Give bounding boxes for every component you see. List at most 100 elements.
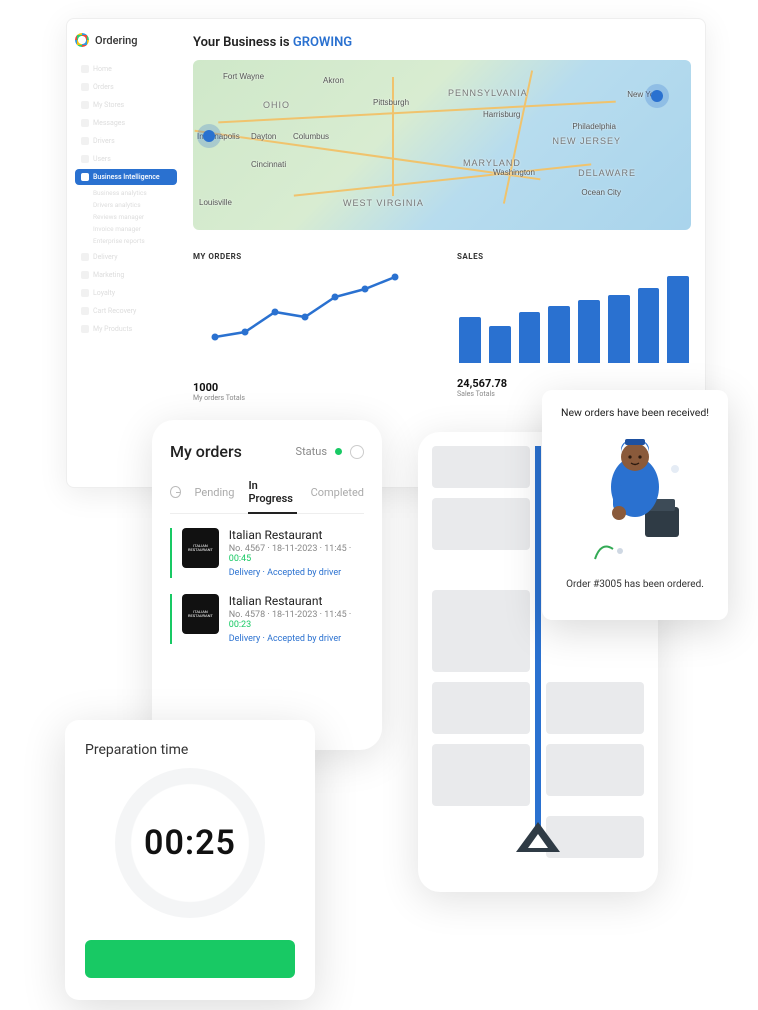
tab-in-progress[interactable]: In Progress [248,479,296,514]
order-item[interactable]: ITALIAN RESTAURANT Italian Restaurant No… [170,528,364,578]
sidebar-item[interactable]: Users [75,151,177,167]
order-item[interactable]: ITALIAN RESTAURANT Italian Restaurant No… [170,594,364,644]
sidebar-item[interactable]: Drivers [75,133,177,149]
chart-total: 1000 My orders Totals [193,381,427,402]
status-dot-icon [335,448,342,455]
orders-total-label: My orders Totals [193,394,427,402]
sidebar-item-business-intelligence[interactable]: Business Intelligence [75,169,177,185]
map-city: Cincinnati [251,160,286,169]
orders-title: My orders [170,442,242,461]
headline: Your Business is GROWING [193,35,691,50]
order-eta: 00:23 [229,620,251,630]
status-label: Status [296,445,327,458]
orders-chart-block: MY ORDERS 1000 My orders Totals [193,252,427,402]
map-state: OHIO [263,100,290,110]
map-city: Akron [323,76,344,85]
chart-icon [81,173,89,181]
chart-title: MY ORDERS [193,252,427,261]
nav-icon [81,289,89,297]
map-state: NEW JERSEY [552,136,621,146]
orders-line-chart [193,267,427,367]
chart-title: SALES [457,252,691,261]
prep-title: Preparation time [85,742,295,758]
map-city: Columbus [293,132,329,141]
prep-confirm-button[interactable] [85,940,295,978]
order-name: Italian Restaurant [229,594,364,608]
map-city: Pittsburgh [373,98,409,107]
sidebar-item[interactable]: Home [75,61,177,77]
map-city: Washington [493,168,535,177]
map[interactable]: Fort Wayne Akron OHIO Pittsburgh PENNSYL… [193,60,691,230]
order-delivery-status: Delivery · Accepted by driver [229,634,364,644]
map-city: Fort Wayne [223,72,264,81]
sidebar-item[interactable]: Delivery [75,249,177,265]
prep-time-value: 00:25 [144,823,236,863]
nav-icon [81,253,89,261]
sales-total-value: 24,567.78 [457,377,691,390]
refresh-icon[interactable] [350,445,364,459]
nav-icon [81,137,89,145]
order-thumbnail: ITALIAN RESTAURANT [182,528,219,568]
notif-subtitle: Order #3005 has been ordered. [566,579,704,590]
map-state: WEST VIRGINIA [343,198,424,208]
nav-icon [81,83,89,91]
sidebar-label: Loyalty [93,289,115,297]
order-info: Italian Restaurant No. 4578 · 18-11-2023… [229,594,364,644]
sales-chart-block: SALES 24,567.78 Sales Totals [457,252,691,402]
sidebar-subitem[interactable]: Invoice manager [75,223,177,235]
orders-total-value: 1000 [193,381,427,394]
tab-pending[interactable]: Pending [195,486,235,499]
prep-ring: 00:25 [115,768,265,918]
order-info: Italian Restaurant No. 4567 · 18-11-2023… [229,528,364,578]
sidebar-label: Delivery [93,253,118,261]
sidebar-item[interactable]: Loyalty [75,285,177,301]
sidebar-item[interactable]: Cart Recovery [75,303,177,319]
clock-icon [170,486,181,498]
sidebar-label: My Products [93,325,132,333]
order-delivery-status: Delivery · Accepted by driver [229,568,364,578]
sidebar-item[interactable]: Messages [75,115,177,131]
nav-icon [81,271,89,279]
map-pin-icon[interactable] [203,130,215,142]
sidebar-item[interactable]: Orders [75,79,177,95]
headline-prefix: Your Business is [193,35,293,50]
sidebar-item[interactable]: Marketing [75,267,177,283]
map-state: MARYLAND [463,158,521,168]
sidebar-subitem[interactable]: Drivers analytics [75,199,177,211]
my-orders-card: My orders Status Pending In Progress Com… [152,420,382,750]
sidebar-label: Messages [93,119,125,127]
map-city: Harrisburg [483,110,520,119]
brand-logo-icon [75,33,89,47]
courier-illustration [575,429,695,569]
order-tabs: Pending In Progress Completed [170,479,364,514]
notif-title: New orders have been received! [561,406,709,419]
sidebar-label: Orders [93,83,114,91]
charts-row: MY ORDERS 1000 My orders Totals SALES [193,252,691,402]
map-state: PENNSYLVANIA [448,88,528,98]
sidebar-label: Marketing [93,271,124,279]
sidebar-subitem[interactable]: Reviews manager [75,211,177,223]
nav-icon [81,119,89,127]
sidebar-subitem[interactable]: Enterprise reports [75,235,177,247]
headline-highlight: GROWING [293,35,352,50]
map-pin-icon[interactable] [651,90,663,102]
tab-completed[interactable]: Completed [311,486,364,499]
nav-icon [81,307,89,315]
sidebar: Ordering Home Orders My Stores Messages … [67,19,185,487]
sidebar-label: Home [93,65,112,73]
sidebar-label: Cart Recovery [93,307,136,315]
map-city: Philadelphia [572,122,616,131]
sidebar-item[interactable]: My Stores [75,97,177,113]
map-state: DELAWARE [578,168,636,178]
sidebar-label: Users [93,155,111,163]
order-name: Italian Restaurant [229,528,364,542]
prep-time-card: Preparation time 00:25 [65,720,315,1000]
order-meta: No. 4567 · 18-11-2023 · 11:45 · 00:45 [229,544,364,564]
nav-icon [81,155,89,163]
brand: Ordering [75,33,177,47]
sidebar-item[interactable]: My Products [75,321,177,337]
sidebar-label: Drivers [93,137,115,145]
sidebar-subitem[interactable]: Business analytics [75,187,177,199]
map-city: Louisville [199,198,232,207]
notification-card[interactable]: New orders have been received! Order #30… [542,390,728,620]
